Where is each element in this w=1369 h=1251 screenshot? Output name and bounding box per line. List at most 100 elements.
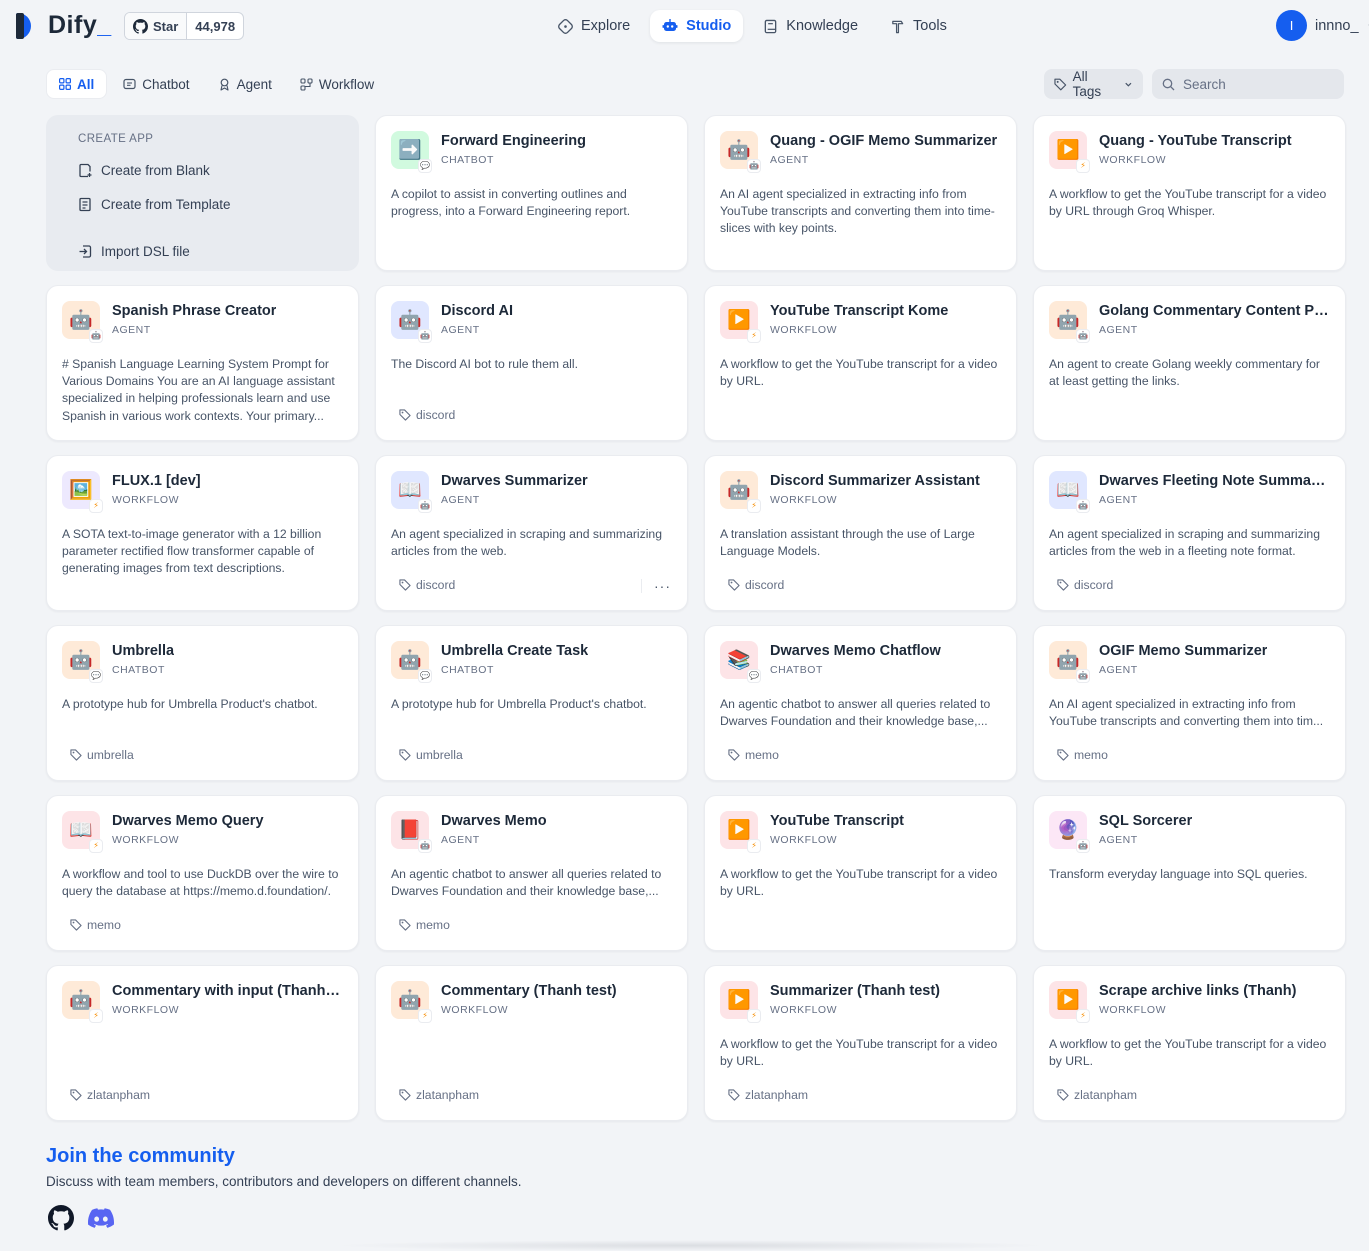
app-tag[interactable]: umbrella	[399, 748, 463, 762]
agent-badge-icon: 🤖	[418, 499, 432, 513]
main-nav: Explore Studio Knowledge Tools	[546, 10, 959, 42]
app-card[interactable]: ▶️ ⚡ YouTube Transcript WORKFLOW A workflow …	[704, 795, 1017, 951]
chevron-down-icon	[1125, 82, 1132, 87]
tags-filter-dropdown[interactable]: All Tags	[1044, 69, 1143, 99]
more-options-button[interactable]: ···	[641, 578, 671, 594]
app-emoji-icon: 🤖	[398, 990, 422, 1011]
app-icon: 📖 ⚡	[62, 811, 103, 853]
app-tag[interactable]: discord	[1057, 578, 1113, 592]
app-emoji-icon: 📖	[1056, 480, 1080, 501]
import-dsl-button[interactable]: Import DSL file	[78, 234, 343, 268]
app-description: A copilot to assist in converting outlin…	[391, 187, 631, 219]
app-card[interactable]: ▶️ ⚡ Summarizer (Thanh test) WORKFLOW A work…	[704, 965, 1017, 1121]
app-card[interactable]: 🤖 🤖 Discord AI AGENT The Discord AI bot to r…	[375, 285, 688, 441]
tag-icon	[70, 749, 82, 761]
app-name: OGIF Memo Summarizer	[1099, 643, 1268, 659]
tag-icon	[728, 1089, 740, 1101]
user-menu[interactable]: I innno_	[1276, 10, 1369, 41]
app-name: Umbrella Create Task	[441, 643, 589, 659]
app-mode: AGENT	[1099, 324, 1138, 336]
search-input[interactable]	[1183, 76, 1333, 92]
app-card[interactable]: 🤖 💬 Umbrella Create Task CHATBOT A prototype…	[375, 625, 688, 781]
dify-logo[interactable]: Dify_	[16, 11, 112, 40]
star-label: Star	[153, 18, 179, 34]
app-mode: AGENT	[1099, 664, 1138, 676]
app-card[interactable]: 📖 🤖 Dwarves Summarizer AGENT An agent specia…	[375, 455, 688, 611]
app-icon: ▶️ ⚡	[720, 811, 761, 853]
tab-agent[interactable]: Agent	[206, 69, 284, 99]
app-mode: WORKFLOW	[112, 1004, 179, 1016]
app-tag[interactable]: discord	[399, 408, 455, 422]
app-card[interactable]: 📚 💬 Dwarves Memo Chatflow CHATBOT An agentic…	[704, 625, 1017, 781]
app-tag[interactable]: discord	[399, 578, 455, 592]
app-card[interactable]: 🤖 🤖 OGIF Memo Summarizer AGENT An AI agent s…	[1033, 625, 1346, 781]
app-description: A SOTA text-to-image generator with a 12…	[62, 527, 322, 576]
github-icon[interactable]	[48, 1205, 74, 1231]
github-star-button[interactable]: Star 44,978	[124, 12, 245, 40]
app-icon: ▶️ ⚡	[720, 981, 761, 1023]
app-tag[interactable]: zlatanpham	[399, 1088, 479, 1102]
app-mode: WORKFLOW	[1099, 154, 1166, 166]
create-from-template-button[interactable]: Create from Template	[78, 187, 343, 221]
compass-icon	[558, 18, 573, 34]
app-tag[interactable]: umbrella	[70, 748, 134, 762]
chatbot-badge-icon: 💬	[89, 669, 103, 683]
tab-all-label: All	[77, 76, 95, 92]
discord-icon[interactable]	[88, 1205, 114, 1231]
app-mode: WORKFLOW	[770, 834, 837, 846]
app-card[interactable]: 🤖 🤖 Golang Commentary Content Pro... AGENT A…	[1033, 285, 1346, 441]
app-card[interactable]: 🤖 ⚡ Commentary with input (Thanh te... WORK…	[46, 965, 359, 1121]
app-icon: 🤖 💬	[391, 641, 432, 683]
app-mode: AGENT	[112, 324, 151, 336]
app-card[interactable]: 📖 🤖 Dwarves Fleeting Note Summarizer AGENT A…	[1033, 455, 1346, 611]
tag-icon	[728, 749, 740, 761]
nav-tools[interactable]: Tools	[878, 10, 959, 42]
create-from-blank-button[interactable]: Create from Blank	[78, 153, 343, 187]
app-description: A workflow to get the YouTube transcript…	[1049, 187, 1327, 219]
app-emoji-icon: 🖼️	[69, 480, 93, 501]
app-card[interactable]: 🤖 ⚡ Discord Summarizer Assistant WORKFLOW A …	[704, 455, 1017, 611]
app-name: Scrape archive links (Thanh)	[1099, 983, 1297, 999]
nav-knowledge-label: Knowledge	[786, 18, 859, 34]
app-card[interactable]: ▶️ ⚡ Quang - YouTube Transcript WORKFLOW A w…	[1033, 115, 1346, 271]
app-card[interactable]: ▶️ ⚡ YouTube Transcript Kome WORKFLOW A work…	[704, 285, 1017, 441]
app-card[interactable]: ▶️ ⚡ Scrape archive links (Thanh) WORKFLOW A…	[1033, 965, 1346, 1121]
agent-badge-icon: 🤖	[747, 159, 761, 173]
app-tag[interactable]: zlatanpham	[1057, 1088, 1137, 1102]
tags-filter-label: All Tags	[1072, 69, 1102, 99]
app-icon: 🤖 ⚡	[720, 471, 761, 513]
nav-studio[interactable]: Studio	[650, 10, 744, 42]
nav-explore[interactable]: Explore	[546, 10, 642, 42]
app-card[interactable]: 🖼️ ⚡ FLUX.1 [dev] WORKFLOW A SOTA text-to-im…	[46, 455, 359, 611]
app-card[interactable]: 📕 🤖 Dwarves Memo AGENT An agentic chatbot to…	[375, 795, 688, 951]
tab-all[interactable]: All	[46, 69, 108, 99]
app-card[interactable]: 🤖 ⚡ Commentary (Thanh test) WORKFLOW zlatanp…	[375, 965, 688, 1121]
tag-icon	[728, 579, 740, 591]
app-tag[interactable]: memo	[399, 918, 450, 932]
app-tag[interactable]: memo	[70, 918, 121, 932]
app-name: Dwarves Memo	[441, 813, 547, 829]
app-tag[interactable]: discord	[728, 578, 784, 592]
app-card[interactable]: ➡️ 💬 Forward Engineering CHATBOT A copilot t…	[375, 115, 688, 271]
app-card[interactable]: 🤖 🤖 Spanish Phrase Creator AGENT # Spanish L…	[46, 285, 359, 441]
app-icon: 🤖 🤖	[1049, 641, 1090, 683]
app-tag[interactable]: zlatanpham	[70, 1088, 150, 1102]
app-type-tabs: All Chatbot Agent Workflow	[46, 69, 386, 99]
app-name: YouTube Transcript	[770, 813, 905, 829]
app-card[interactable]: 🔮 🤖 SQL Sorcerer AGENT Transform everyday la…	[1033, 795, 1346, 951]
app-card[interactable]: 📖 ⚡ Dwarves Memo Query WORKFLOW A workflow a…	[46, 795, 359, 951]
tag-icon	[399, 579, 411, 591]
app-icon: 🤖 🤖	[391, 301, 432, 343]
app-description: A prototype hub for Umbrella Product's c…	[62, 697, 318, 711]
app-tag[interactable]: memo	[1057, 748, 1108, 762]
tag-icon	[1057, 579, 1069, 591]
nav-knowledge[interactable]: Knowledge	[751, 10, 870, 42]
app-card[interactable]: 🤖 💬 Umbrella CHATBOT A prototype hub for Umb…	[46, 625, 359, 781]
app-card[interactable]: 🤖 🤖 Quang - OGIF Memo Summarizer AGENT An AI…	[704, 115, 1017, 271]
app-tag[interactable]: memo	[728, 748, 779, 762]
tab-workflow[interactable]: Workflow	[288, 69, 386, 99]
app-tag[interactable]: zlatanpham	[728, 1088, 808, 1102]
workflow-badge-icon: ⚡	[89, 839, 103, 853]
tab-chatbot[interactable]: Chatbot	[111, 69, 201, 99]
more-options-icon: ···	[654, 578, 671, 594]
